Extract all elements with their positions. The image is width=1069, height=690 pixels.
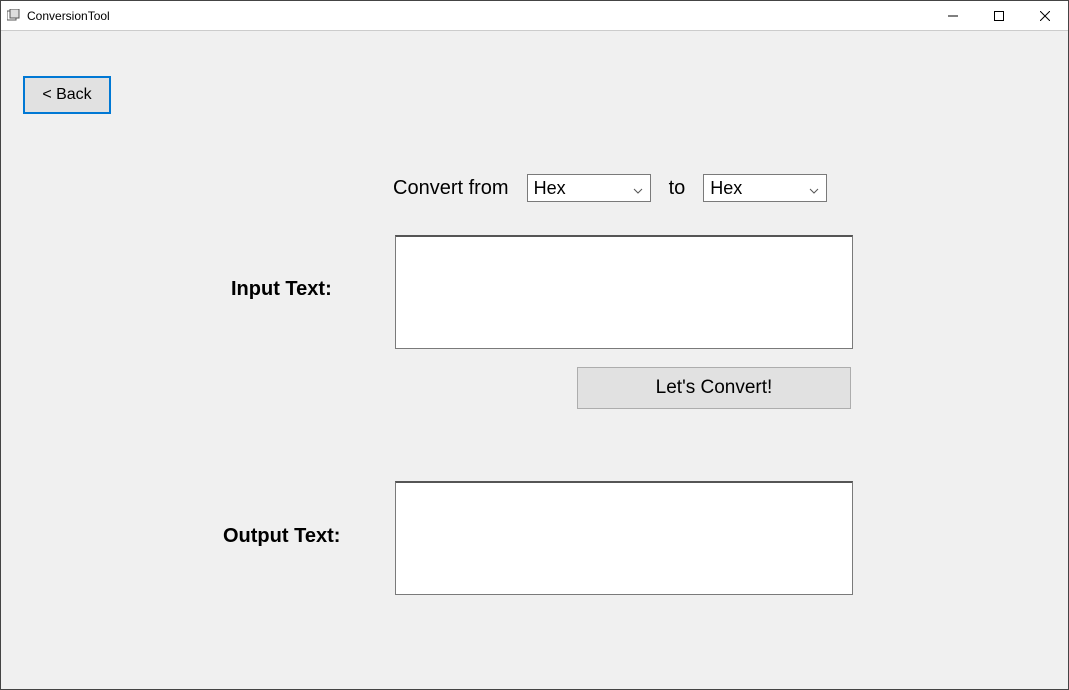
window-title: ConversionTool bbox=[27, 9, 930, 23]
output-text-label: Output Text: bbox=[223, 525, 340, 548]
convert-row: Convert from Hex to Hex bbox=[393, 174, 827, 202]
client-area: < Back Convert from Hex to Hex Input Tex… bbox=[1, 31, 1068, 689]
maximize-button[interactable] bbox=[976, 1, 1022, 30]
convert-to-value: Hex bbox=[710, 178, 742, 199]
convert-from-label: Convert from bbox=[393, 177, 509, 200]
convert-from-select[interactable]: Hex bbox=[527, 174, 651, 202]
chevron-down-icon bbox=[632, 181, 644, 193]
chevron-down-icon bbox=[808, 181, 820, 193]
window-root: ConversionTool < Back Convert from Hex bbox=[0, 0, 1069, 690]
window-controls bbox=[930, 1, 1068, 30]
minimize-button[interactable] bbox=[930, 1, 976, 30]
to-label: to bbox=[669, 177, 686, 200]
output-textarea[interactable] bbox=[395, 481, 853, 595]
convert-button[interactable]: Let's Convert! bbox=[577, 367, 851, 409]
convert-from-value: Hex bbox=[534, 178, 566, 199]
titlebar: ConversionTool bbox=[1, 1, 1068, 31]
convert-to-select[interactable]: Hex bbox=[703, 174, 827, 202]
close-button[interactable] bbox=[1022, 1, 1068, 30]
app-icon bbox=[7, 9, 21, 23]
input-text-label: Input Text: bbox=[231, 278, 332, 301]
input-textarea[interactable] bbox=[395, 235, 853, 349]
back-button[interactable]: < Back bbox=[23, 76, 111, 114]
